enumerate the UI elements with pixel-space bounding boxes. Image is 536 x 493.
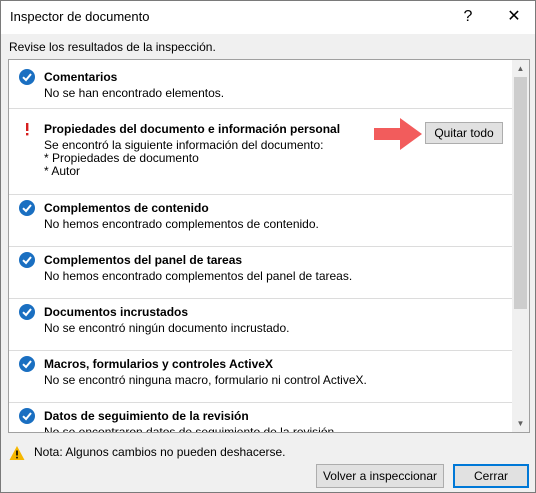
item-title: Macros, formularios y controles ActiveX	[44, 357, 273, 371]
close-button[interactable]: Cerrar	[453, 464, 529, 488]
note-text: Nota: Algunos cambios no pueden deshacer…	[34, 445, 286, 459]
scroll-down-icon[interactable]: ▼	[512, 415, 529, 432]
check-circle-icon	[19, 200, 35, 216]
pointer-arrow-icon	[374, 118, 422, 150]
item-desc: Se encontró la siguiente información del…	[44, 138, 324, 152]
help-button[interactable]: ?	[453, 5, 483, 29]
list-item-content-addins: Complementos de contenido No hemos encon…	[9, 195, 512, 247]
item-title: Comentarios	[44, 70, 118, 84]
check-circle-icon	[19, 356, 35, 372]
item-desc: No hemos encontrado complementos del pan…	[44, 269, 353, 283]
reinspect-button[interactable]: Volver a inspeccionar	[316, 464, 444, 488]
item-desc: No se encontró ninguna macro, formulario…	[44, 373, 367, 387]
item-title: Propiedades del documento e información …	[44, 122, 341, 136]
item-title: Datos de seguimiento de la revisión	[44, 409, 249, 423]
window-title: Inspector de documento	[10, 9, 150, 24]
document-inspector-dialog: Inspector de documento ? ✕ Revise los re…	[0, 0, 536, 493]
item-detail: * Autor	[44, 164, 81, 178]
scroll-thumb[interactable]	[514, 77, 527, 309]
item-detail: * Propiedades de documento	[44, 151, 199, 165]
item-title: Complementos de contenido	[44, 201, 209, 215]
title-bar[interactable]: Inspector de documento ? ✕	[1, 1, 535, 34]
check-circle-icon	[19, 304, 35, 320]
list-item-taskpane-addins: Complementos del panel de tareas No hemo…	[9, 247, 512, 299]
item-desc: No se encontró ningún documento incrusta…	[44, 321, 290, 335]
item-desc: No se han encontrado elementos.	[44, 86, 225, 100]
scroll-up-icon[interactable]: ▲	[512, 60, 529, 77]
item-desc: No se encontraron datos de seguimiento d…	[44, 425, 338, 433]
exclamation-icon	[26, 123, 29, 136]
remove-all-button[interactable]: Quitar todo	[425, 122, 503, 144]
item-title: Documentos incrustados	[44, 305, 189, 319]
item-desc: No hemos encontrado complementos de cont…	[44, 217, 319, 231]
list-item-revision-tracking: Datos de seguimiento de la revisión No s…	[9, 403, 512, 433]
check-circle-icon	[19, 408, 35, 424]
check-circle-icon	[19, 252, 35, 268]
results-list: Comentarios No se han encontrado element…	[8, 59, 530, 433]
vertical-scrollbar[interactable]: ▲ ▼	[512, 60, 529, 432]
warning-triangle-icon	[9, 446, 25, 460]
list-item-embedded-documents: Documentos incrustados No se encontró ni…	[9, 299, 512, 351]
close-icon[interactable]: ✕	[497, 5, 531, 29]
list-item-macros: Macros, formularios y controles ActiveX …	[9, 351, 512, 403]
list-item-comments: Comentarios No se han encontrado element…	[9, 60, 512, 109]
inspection-subtitle: Revise los resultados de la inspección.	[9, 40, 216, 54]
item-title: Complementos del panel de tareas	[44, 253, 243, 267]
check-circle-icon	[19, 69, 35, 85]
